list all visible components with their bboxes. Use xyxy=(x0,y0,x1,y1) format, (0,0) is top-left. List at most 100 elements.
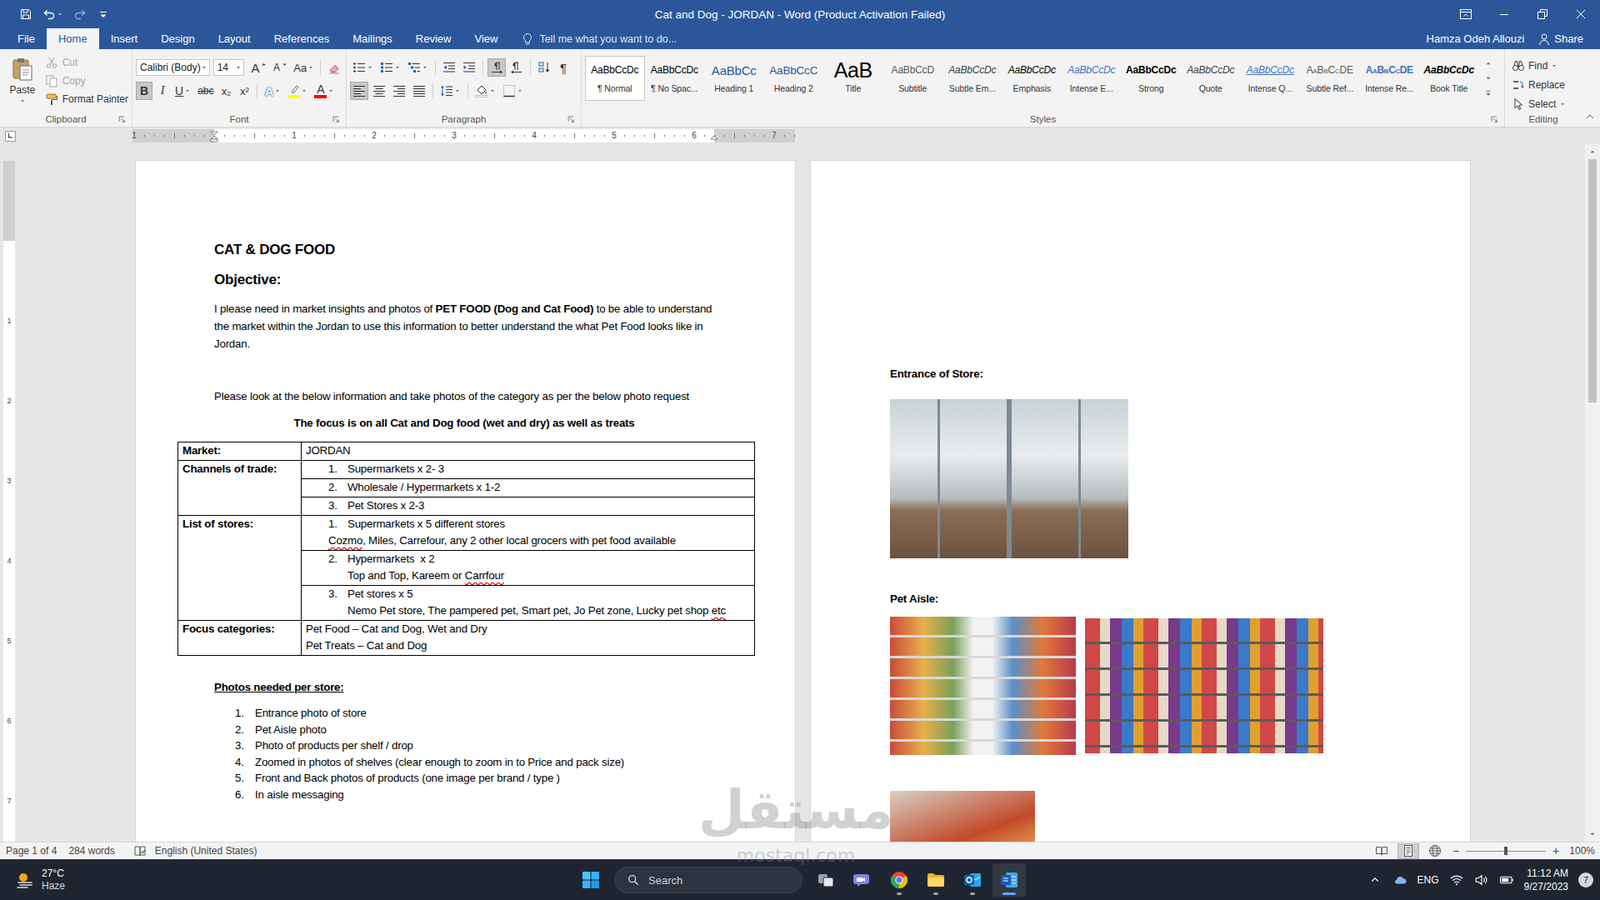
format-painter-button[interactable]: Format Painter xyxy=(45,90,129,107)
word-count[interactable]: 284 words xyxy=(68,845,115,857)
increase-indent-button[interactable] xyxy=(460,58,479,77)
page-count[interactable]: Page 1 of 4 xyxy=(5,845,57,857)
grow-font-button[interactable]: A xyxy=(249,58,270,77)
proofing-icon[interactable] xyxy=(133,844,147,858)
justify-button[interactable] xyxy=(410,81,429,100)
format-button[interactable]: abc xyxy=(195,81,216,100)
ribbon-tab[interactable]: Mailings xyxy=(340,28,405,50)
right-to-left-button[interactable] xyxy=(507,58,526,77)
style-item[interactable]: AaBbCcDcIntense Q... xyxy=(1240,55,1301,101)
wifi-icon[interactable] xyxy=(1449,872,1465,888)
borders-button[interactable] xyxy=(500,81,526,100)
task-view-button[interactable] xyxy=(809,863,843,897)
ribbon-tab[interactable]: Layout xyxy=(206,28,263,50)
style-item[interactable]: AaBbCcDcEmphasis xyxy=(1002,55,1063,101)
user-name[interactable]: Hamza Odeh Allouzi xyxy=(1426,28,1525,50)
tell-me-box[interactable]: Tell me what you want to do... xyxy=(520,28,677,50)
zoom-level[interactable]: 100% xyxy=(1569,845,1595,857)
more-icon[interactable] xyxy=(1482,87,1495,100)
language[interactable]: English (United States) xyxy=(155,845,258,857)
editing-button[interactable]: Replace xyxy=(1511,77,1579,92)
numbering-button[interactable] xyxy=(377,58,404,77)
sort-button[interactable] xyxy=(535,58,554,77)
style-item[interactable]: AaBTitle xyxy=(823,55,884,101)
undo-button[interactable] xyxy=(40,5,66,24)
style-item[interactable]: AaBbCcDc¶ Normal xyxy=(585,55,645,101)
photo[interactable] xyxy=(890,616,1076,755)
editing-button[interactable]: Select xyxy=(1511,97,1579,112)
speaker-icon[interactable] xyxy=(1474,872,1490,888)
style-item[interactable]: AaBbCcDcQuote xyxy=(1180,55,1241,101)
zoom-thumb[interactable] xyxy=(1504,846,1508,855)
shading-button[interactable] xyxy=(472,81,499,100)
minimize-button[interactable] xyxy=(1485,0,1524,29)
web-layout-button[interactable] xyxy=(1424,843,1446,860)
dialog-launcher-icon[interactable] xyxy=(1490,115,1499,124)
photo[interactable] xyxy=(890,790,1035,842)
collapse-ribbon-button[interactable] xyxy=(1581,49,1599,127)
weather-widget[interactable]: 27°CHaze xyxy=(15,867,575,893)
left-to-right-button[interactable] xyxy=(487,58,506,77)
cut-button[interactable]: Cut xyxy=(45,54,129,70)
photo[interactable] xyxy=(890,399,1129,559)
copy-button[interactable]: Copy xyxy=(45,72,129,89)
input-language[interactable]: ENG xyxy=(1417,874,1440,886)
share-button[interactable]: Share xyxy=(1537,28,1584,50)
format-button[interactable]: U xyxy=(172,81,194,100)
cloud-icon[interactable] xyxy=(1392,872,1408,888)
paste-button[interactable]: Paste xyxy=(3,52,42,112)
file-explorer-button[interactable] xyxy=(919,863,953,897)
format-button[interactable]: x² xyxy=(235,81,253,100)
page[interactable]: CAT & DOG FOODObjective:I please need in… xyxy=(135,160,795,842)
zoom-slider[interactable] xyxy=(1465,845,1546,857)
ribbon-tab[interactable]: Review xyxy=(404,28,464,50)
word-button[interactable] xyxy=(992,863,1026,897)
ribbon-tab[interactable]: View xyxy=(462,28,510,50)
shrink-font-button[interactable]: A xyxy=(271,58,291,77)
decrease-indent-button[interactable] xyxy=(440,58,459,77)
format-button[interactable]: I xyxy=(154,81,171,100)
dialog-launcher-icon[interactable] xyxy=(117,115,126,124)
text-effects-button[interactable]: A xyxy=(261,81,284,100)
scroll-up-icon[interactable] xyxy=(1586,145,1599,158)
ribbon-tab[interactable]: Home xyxy=(46,28,100,50)
font-size-box[interactable]: 14 xyxy=(213,59,245,76)
style-item[interactable]: AaBbCcHeading 1 xyxy=(704,55,765,101)
show-formatting-button[interactable]: ¶ xyxy=(555,58,572,77)
start-button[interactable] xyxy=(574,863,608,897)
close-button[interactable] xyxy=(1561,0,1600,29)
font-color-button[interactable]: A xyxy=(311,81,337,100)
style-item[interactable]: AaBbCcDcBook Title xyxy=(1419,55,1480,101)
zoom-out-button[interactable]: − xyxy=(1450,844,1461,858)
chat-button[interactable] xyxy=(845,863,880,897)
chrome-button[interactable] xyxy=(882,863,916,897)
tab-selector[interactable] xyxy=(5,130,16,142)
outlook-button[interactable] xyxy=(955,863,990,897)
style-item[interactable]: AaBbCcDc¶ No Spac... xyxy=(645,55,705,101)
ribbon-tab[interactable]: File xyxy=(5,28,47,50)
restore-button[interactable] xyxy=(1523,0,1562,29)
search-box[interactable]: Search xyxy=(614,866,803,894)
ribbon-tab[interactable]: Design xyxy=(149,28,206,50)
redo-button[interactable] xyxy=(70,5,90,24)
style-item[interactable]: AaBbCcDcIntense E... xyxy=(1061,55,1122,101)
style-item[interactable]: AaBbCcDSubtitle xyxy=(883,55,944,101)
read-mode-button[interactable] xyxy=(1370,843,1393,860)
multilevel-list-button[interactable] xyxy=(405,58,431,77)
ribbon-display-options-button[interactable] xyxy=(1446,0,1485,29)
save-button[interactable] xyxy=(16,5,35,24)
vertical-scrollbar[interactable] xyxy=(1585,144,1600,842)
battery-icon[interactable] xyxy=(1499,872,1515,888)
ribbon-tab[interactable]: References xyxy=(262,28,341,50)
indent-marker-icon[interactable] xyxy=(210,130,219,143)
format-button[interactable]: x₂ xyxy=(217,81,235,100)
style-item[interactable]: AaBbCcDcStrong xyxy=(1121,55,1182,101)
print-layout-button[interactable] xyxy=(1397,843,1420,860)
bullets-button[interactable] xyxy=(350,58,376,77)
line-spacing-button[interactable] xyxy=(437,81,464,100)
style-item[interactable]: AaBbCcDESubtle Ref... xyxy=(1300,55,1360,101)
align-right-button[interactable] xyxy=(390,81,409,100)
right-indent-icon[interactable] xyxy=(710,130,719,143)
clear-formatting-button[interactable] xyxy=(325,58,343,77)
editing-button[interactable]: Find xyxy=(1511,58,1579,73)
